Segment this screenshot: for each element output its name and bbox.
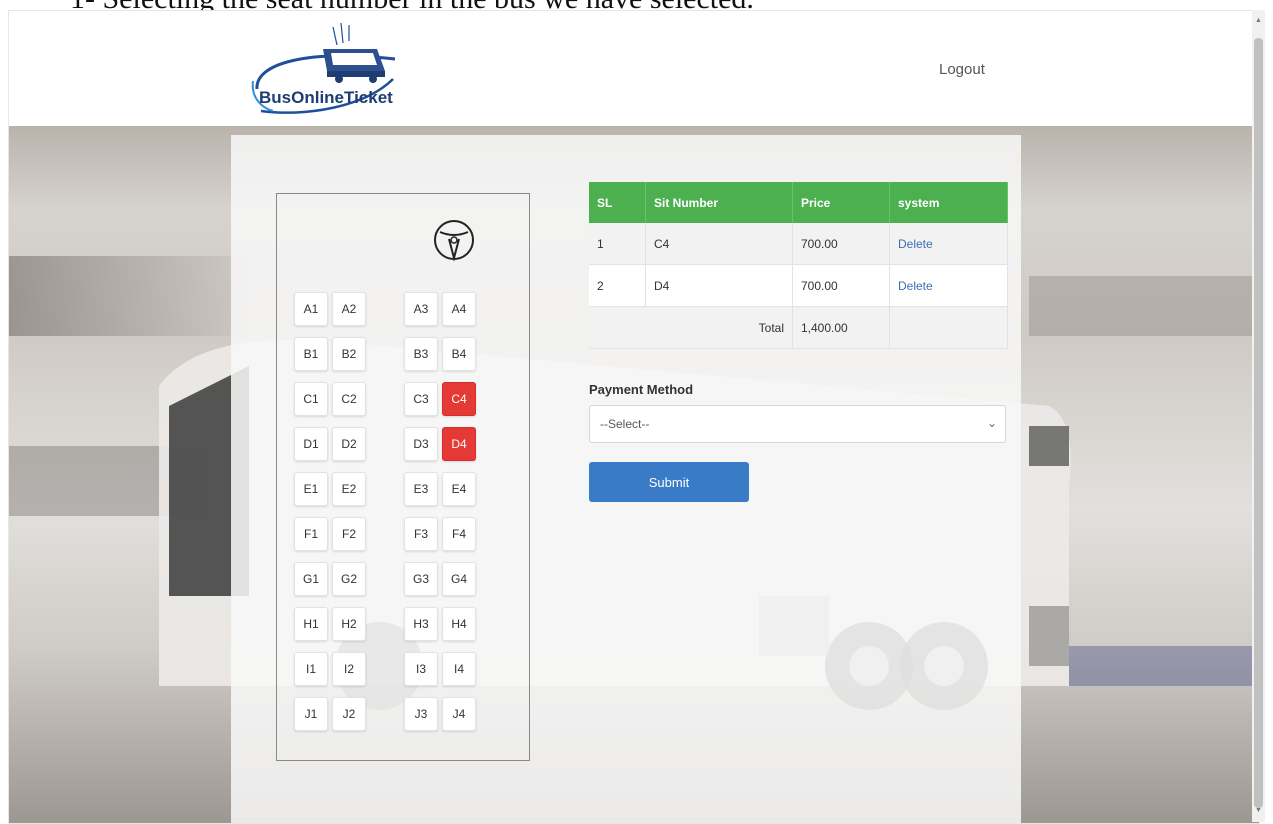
- seat-d2[interactable]: D2: [332, 427, 366, 461]
- seat-h1[interactable]: H1: [294, 607, 328, 641]
- seat-e3[interactable]: E3: [404, 472, 438, 506]
- seat-f2[interactable]: F2: [332, 517, 366, 551]
- total-row: Total 1,400.00: [589, 306, 1008, 349]
- cell-sl: 2: [589, 264, 646, 307]
- cell-seat: C4: [645, 223, 793, 265]
- seat-a4[interactable]: A4: [442, 292, 476, 326]
- seat-f3[interactable]: F3: [404, 517, 438, 551]
- seat-i1[interactable]: I1: [294, 652, 328, 686]
- seat-e2[interactable]: E2: [332, 472, 366, 506]
- seat-g3[interactable]: G3: [404, 562, 438, 596]
- cell-price: 700.00: [792, 264, 890, 307]
- seat-h3[interactable]: H3: [404, 607, 438, 641]
- seat-d3[interactable]: D3: [404, 427, 438, 461]
- seat-g2[interactable]: G2: [332, 562, 366, 596]
- delete-link[interactable]: Delete: [898, 237, 933, 251]
- seat-e4[interactable]: E4: [442, 472, 476, 506]
- seat-g1[interactable]: G1: [294, 562, 328, 596]
- bus-logo-icon: BusOnlineTicket: [251, 22, 396, 114]
- delete-link[interactable]: Delete: [898, 279, 933, 293]
- seat-i2[interactable]: I2: [332, 652, 366, 686]
- col-header-sit-number: Sit Number: [645, 182, 793, 223]
- table-row: 2 D4 700.00 Delete: [589, 264, 1008, 307]
- seat-h4[interactable]: H4: [442, 607, 476, 641]
- table-header-row: SL Sit Number Price system: [589, 182, 1008, 223]
- seat-c2[interactable]: C2: [332, 382, 366, 416]
- cell-system: Delete: [889, 264, 1008, 307]
- seat-j2[interactable]: J2: [332, 697, 366, 731]
- seat-j4[interactable]: J4: [442, 697, 476, 731]
- site-logo[interactable]: BusOnlineTicket: [245, 19, 405, 119]
- seat-g4[interactable]: G4: [442, 562, 476, 596]
- seat-f1[interactable]: F1: [294, 517, 328, 551]
- seat-a2[interactable]: A2: [332, 292, 366, 326]
- seat-d4[interactable]: D4: [442, 427, 476, 461]
- seat-j1[interactable]: J1: [294, 697, 328, 731]
- seat-b1[interactable]: B1: [294, 337, 328, 371]
- total-empty-cell: [889, 306, 1008, 349]
- seat-c3[interactable]: C3: [404, 382, 438, 416]
- cell-sl: 1: [589, 223, 646, 265]
- seat-e1[interactable]: E1: [294, 472, 328, 506]
- seat-c1[interactable]: C1: [294, 382, 328, 416]
- scroll-up-arrow-icon[interactable]: ▲: [1254, 16, 1263, 26]
- seat-h2[interactable]: H2: [332, 607, 366, 641]
- payment-method-value: --Select--: [600, 417, 650, 431]
- seat-f4[interactable]: F4: [442, 517, 476, 551]
- col-header-sl: SL: [589, 182, 646, 223]
- seat-d1[interactable]: D1: [294, 427, 328, 461]
- browser-window: BusOnlineTicket Logout A1 A2 A3 A4 B1 B2…: [8, 10, 1260, 824]
- seat-c4[interactable]: C4: [442, 382, 476, 416]
- vertical-scrollbar[interactable]: ▲ ▼: [1252, 10, 1265, 822]
- seat-b3[interactable]: B3: [404, 337, 438, 371]
- logo-text: BusOnlineTicket: [259, 88, 393, 107]
- payment-method-label: Payment Method: [589, 382, 694, 397]
- logout-link[interactable]: Logout: [939, 61, 985, 78]
- payment-method-select[interactable]: --Select-- ⌄: [589, 405, 1006, 443]
- scroll-down-arrow-icon[interactable]: ▼: [1254, 806, 1263, 816]
- col-header-price: Price: [792, 182, 890, 223]
- total-label: Total: [589, 306, 793, 349]
- cell-system: Delete: [889, 223, 1008, 265]
- seat-i3[interactable]: I3: [404, 652, 438, 686]
- seat-b4[interactable]: B4: [442, 337, 476, 371]
- seat-a1[interactable]: A1: [294, 292, 328, 326]
- seat-a3[interactable]: A3: [404, 292, 438, 326]
- col-header-system: system: [889, 182, 1008, 223]
- steering-wheel-icon: [434, 220, 474, 262]
- seat-b2[interactable]: B2: [332, 337, 366, 371]
- navbar: BusOnlineTicket Logout: [9, 11, 1259, 126]
- submit-button[interactable]: Submit: [589, 462, 749, 502]
- scroll-thumb[interactable]: [1254, 38, 1263, 808]
- table-row: 1 C4 700.00 Delete: [589, 223, 1008, 265]
- seat-i4[interactable]: I4: [442, 652, 476, 686]
- cell-seat: D4: [645, 264, 793, 307]
- cart-table: SL Sit Number Price system 1 C4 700.00 D…: [589, 182, 1008, 349]
- chevron-down-icon: ⌄: [986, 416, 997, 430]
- seat-j3[interactable]: J3: [404, 697, 438, 731]
- total-value: 1,400.00: [792, 306, 890, 349]
- cell-price: 700.00: [792, 223, 890, 265]
